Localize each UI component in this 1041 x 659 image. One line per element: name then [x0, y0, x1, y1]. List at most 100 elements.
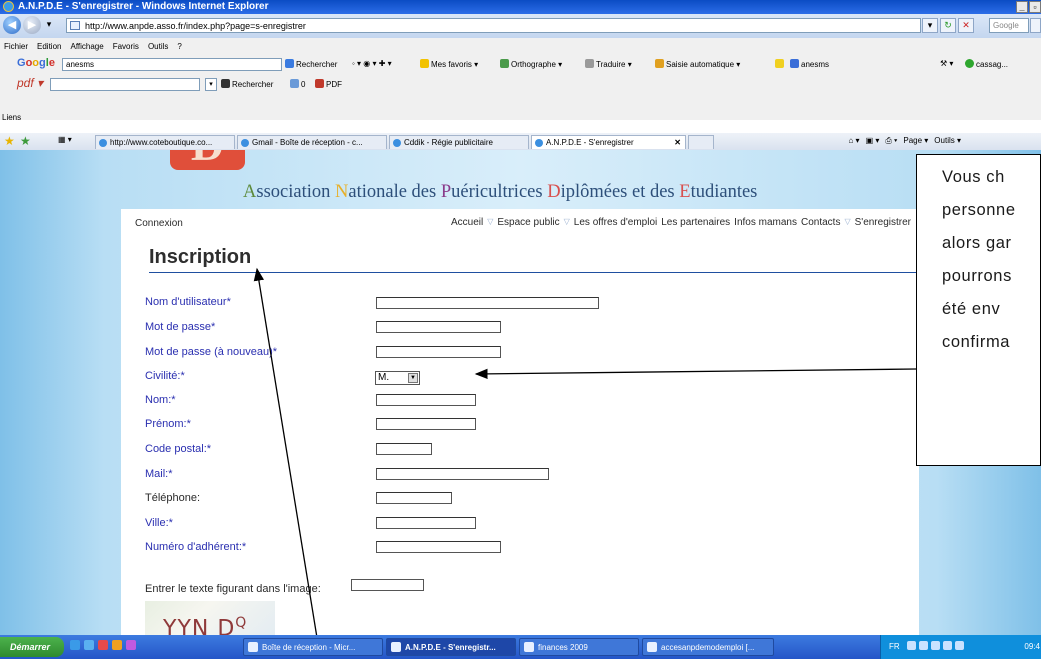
tab-ie-icon — [241, 139, 249, 147]
arrow-to-username — [253, 267, 318, 635]
outils-menu[interactable]: Outils ▾ — [934, 136, 961, 146]
close-tab-icon[interactable]: ✕ — [674, 136, 681, 149]
system-tray: FR 09:4 — [880, 635, 1041, 659]
menu-toolbar-area: Fichier Edition Affichage Favoris Outils… — [0, 38, 1041, 122]
tab-gmail[interactable]: Gmail - Boîte de réception - c... — [237, 135, 387, 149]
favorites-star-icon[interactable]: ★ — [4, 134, 15, 148]
wrench-icon[interactable]: ⚒ ▾ — [940, 59, 953, 68]
stop-icon[interactable]: ✕ — [958, 18, 974, 33]
task-word[interactable]: accesanpdemodemploi [... — [642, 638, 774, 656]
feeds-icon[interactable]: ▣ ▾ — [866, 136, 880, 146]
tray-icon[interactable] — [919, 641, 928, 650]
language-indicator[interactable]: FR — [889, 642, 900, 651]
ie-icon — [391, 642, 401, 652]
search-input[interactable]: Google — [989, 18, 1029, 33]
pdf-button[interactable]: PDF — [315, 79, 342, 89]
autofill-icon — [655, 59, 664, 68]
menu-favoris[interactable]: Favoris — [113, 42, 139, 51]
callout-line-3: alors gar — [942, 234, 1012, 252]
tab-cddik[interactable]: Cddik - Régie publicitaire — [389, 135, 529, 149]
account-button[interactable]: cassag... — [965, 59, 1008, 69]
url-text[interactable]: http://www.anpde.asso.fr/index.php?page=… — [85, 19, 306, 34]
refresh-icon[interactable]: ↻ — [940, 18, 956, 33]
menu-fichier[interactable]: Fichier — [4, 42, 28, 51]
tab-ie-icon — [99, 139, 107, 147]
arrow-right-icon — [221, 79, 230, 88]
google-search-input[interactable]: anesms — [62, 58, 282, 71]
tab-coteboutique[interactable]: http://www.coteboutique.co... — [95, 135, 235, 149]
quick-tabs-icon[interactable]: ▦ ▾ — [58, 135, 72, 144]
annotation-callout: Vous ch personne alors gar pourrons été … — [916, 154, 1041, 466]
clock: 09:4 — [1024, 642, 1040, 651]
pdf-toolbar: pdf ▾ ▾ Rechercher 0 PDF — [0, 75, 1041, 95]
tab-anpde[interactable]: A.N.P.D.E - S'enregistrer ✕ — [531, 135, 686, 149]
tray-icon[interactable] — [943, 641, 952, 650]
pdf-dropdown-icon[interactable]: ▾ — [205, 78, 217, 91]
toolbar-misc-icons[interactable]: ◦ ▾ ◉ ▾ ✚ ▾ — [352, 59, 392, 68]
pdf-count[interactable]: 0 — [290, 79, 305, 89]
add-favorites-icon[interactable]: ★ — [20, 134, 31, 148]
highlighter-icon — [775, 59, 784, 68]
word-icon — [647, 642, 657, 652]
maximize-button[interactable]: ▫ — [1029, 1, 1041, 13]
window-title: A.N.P.D.E - S'enregistrer - Windows Inte… — [18, 1, 269, 12]
callout-line-4: pourrons — [942, 267, 1012, 285]
home-icon[interactable]: ⌂ ▾ — [849, 136, 860, 146]
callout-line-5: été env — [942, 300, 1001, 318]
menu-affichage[interactable]: Affichage — [70, 42, 103, 51]
task-anpde[interactable]: A.N.P.D.E - S'enregistr... — [386, 638, 516, 656]
folder-icon[interactable] — [112, 640, 122, 650]
arrow-to-password-confirm — [474, 368, 917, 380]
menu-help[interactable]: ? — [177, 42, 181, 51]
volume-icon[interactable] — [955, 641, 964, 650]
favoris-button[interactable]: Mes favoris ▾ — [420, 59, 478, 69]
highlight-button[interactable] — [775, 59, 786, 69]
page-icon — [70, 21, 80, 30]
links-bar-label[interactable]: Liens — [2, 113, 21, 122]
title-bar: A.N.P.D.E - S'enregistrer - Windows Inte… — [0, 0, 1041, 14]
google-search-button[interactable]: Rechercher — [285, 59, 337, 69]
url-field[interactable]: http://www.anpde.asso.fr/index.php?page=… — [66, 18, 921, 33]
task-finances[interactable]: finances 2009 — [519, 638, 639, 656]
history-dropdown-icon[interactable]: ▾ — [44, 18, 54, 33]
page-menu[interactable]: Page ▾ — [903, 136, 928, 146]
back-arrow-icon[interactable]: ◀ — [3, 16, 21, 34]
tab-ie-icon — [535, 139, 543, 147]
spellcheck-icon — [500, 59, 509, 68]
ie-icon[interactable] — [84, 640, 94, 650]
web-page: D Association Nationale des Puéricultric… — [0, 150, 1041, 635]
forward-arrow-icon[interactable]: ▶ — [23, 16, 41, 34]
pdf-search-button[interactable]: Rechercher — [221, 79, 273, 89]
saisie-button[interactable]: Saisie automatique ▾ — [655, 59, 740, 69]
menu-outils[interactable]: Outils — [148, 42, 168, 51]
minimize-button[interactable]: _ — [1016, 1, 1028, 13]
print-icon[interactable]: ⎙ ▾ — [885, 136, 897, 146]
menu-edition[interactable]: Edition — [37, 42, 61, 51]
taskbar: Démarrer Boîte de réception - Micr... A.… — [0, 635, 1041, 659]
ie-icon — [3, 1, 14, 12]
excel-icon — [524, 642, 534, 652]
translate-icon — [585, 59, 594, 68]
pdf-icon — [315, 79, 324, 88]
pages-icon — [290, 79, 299, 88]
search-term-icon — [790, 59, 799, 68]
search-icon[interactable] — [1030, 18, 1041, 33]
new-tab-button[interactable] — [688, 135, 714, 149]
traduire-button[interactable]: Traduire ▾ — [585, 59, 632, 69]
anesms-search-button[interactable]: anesms — [790, 59, 829, 69]
app-icon[interactable] — [126, 640, 136, 650]
address-bar: ◀ ▶ ▾ http://www.anpde.asso.fr/index.php… — [0, 14, 1041, 39]
url-dropdown-icon[interactable]: ▾ — [922, 18, 938, 33]
tray-icon[interactable] — [931, 641, 940, 650]
tab-ie-icon — [393, 139, 401, 147]
start-button[interactable]: Démarrer — [0, 637, 64, 657]
tray-icon[interactable] — [907, 641, 916, 650]
pdf-search-input[interactable] — [50, 78, 200, 91]
orthographe-button[interactable]: Orthographe ▾ — [500, 59, 562, 69]
google-toolbar: Google anesms Rechercher ◦ ▾ ◉ ▾ ✚ ▾ Mes… — [0, 55, 1041, 75]
tray-icons — [907, 641, 964, 650]
google-logo: Google — [17, 57, 55, 69]
task-outlook[interactable]: Boîte de réception - Micr... — [243, 638, 383, 656]
desktop-icon[interactable] — [70, 640, 80, 650]
media-icon[interactable] — [98, 640, 108, 650]
